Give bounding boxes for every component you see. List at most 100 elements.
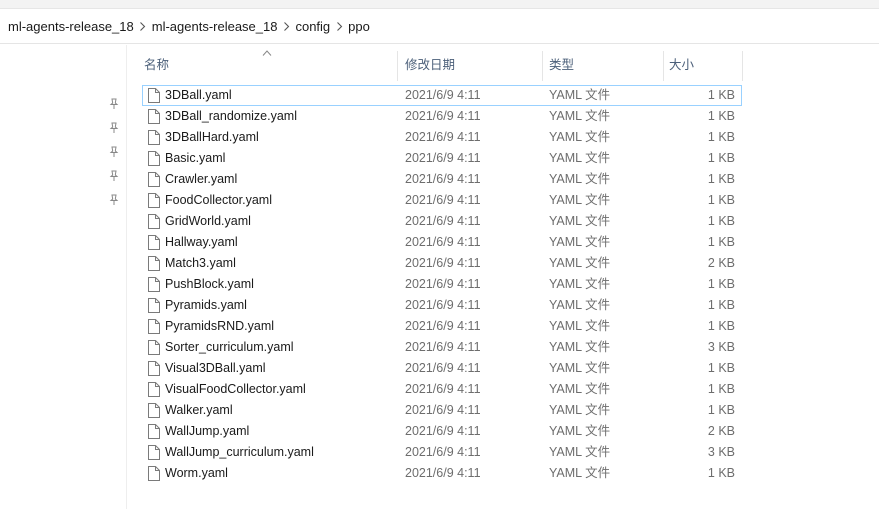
file-modified-date: 2021/6/9 4:11 <box>405 445 481 459</box>
file-name: 3DBallHard.yaml <box>165 130 259 144</box>
file-row[interactable]: 3DBall.yaml 2021/6/9 4:11 YAML 文件 1 KB <box>142 85 742 106</box>
file-size: 1 KB <box>707 88 735 102</box>
file-type: YAML 文件 <box>549 319 611 333</box>
file-row[interactable]: 3DBall_randomize.yaml 2021/6/9 4:11 YAML 文… <box>142 106 742 127</box>
file-size: 1 KB <box>707 130 735 144</box>
file-name: VisualFoodCollector.yaml <box>165 382 306 396</box>
file-size: 1 KB <box>707 151 735 165</box>
file-icon <box>148 256 160 271</box>
file-row[interactable]: Match3.yaml 2021/6/9 4:11 YAML 文件 2 KB <box>142 253 742 274</box>
file-name: Hallway.yaml <box>165 235 238 249</box>
file-type: YAML 文件 <box>549 256 611 270</box>
chevron-right-icon[interactable] <box>330 21 348 31</box>
file-row[interactable]: Basic.yaml 2021/6/9 4:11 YAML 文件 1 KB <box>142 148 742 169</box>
file-row[interactable]: Walker.yaml 2021/6/9 4:11 YAML 文件 1 KB <box>142 400 742 421</box>
pin-icon[interactable] <box>108 122 120 134</box>
file-type: YAML 文件 <box>549 172 611 186</box>
file-modified-date: 2021/6/9 4:11 <box>405 214 481 228</box>
column-divider[interactable] <box>742 51 743 81</box>
file-row[interactable]: PushBlock.yaml 2021/6/9 4:11 YAML 文件 1 KB <box>142 274 742 295</box>
column-header-type[interactable]: 类型 <box>545 57 663 79</box>
file-size: 1 KB <box>707 319 735 333</box>
address-bar[interactable]: ml-agents-release_18 ml-agents-release_1… <box>0 9 879 44</box>
file-name: PushBlock.yaml <box>165 277 254 291</box>
file-list-view: 名称 修改日期 类型 大小 3DBall.yaml 2021/6/9 4:11 YA… <box>127 45 879 509</box>
file-name: 3DBall.yaml <box>165 88 232 102</box>
file-icon <box>148 382 160 397</box>
file-size: 1 KB <box>707 403 735 417</box>
file-size: 1 KB <box>707 214 735 228</box>
file-row[interactable]: Visual3DBall.yaml 2021/6/9 4:11 YAML 文件 1 K… <box>142 358 742 379</box>
file-type: YAML 文件 <box>549 214 611 228</box>
file-icon <box>148 340 160 355</box>
file-type: YAML 文件 <box>549 340 611 354</box>
file-modified-date: 2021/6/9 4:11 <box>405 466 481 480</box>
pin-icon[interactable] <box>108 194 120 206</box>
file-row[interactable]: Worm.yaml 2021/6/9 4:11 YAML 文件 1 KB <box>142 463 742 484</box>
file-size: 3 KB <box>707 340 735 354</box>
file-row[interactable]: WallJump.yaml 2021/6/9 4:11 YAML 文件 2 KB <box>142 421 742 442</box>
file-row[interactable]: GridWorld.yaml 2021/6/9 4:11 YAML 文件 1 KB <box>142 211 742 232</box>
file-name: WallJump_curriculum.yaml <box>165 445 314 459</box>
column-header-name[interactable]: 名称 <box>140 57 397 79</box>
file-type: YAML 文件 <box>549 235 611 249</box>
breadcrumb-item-ml-agents-release-18-root[interactable]: ml-agents-release_18 <box>8 19 134 34</box>
file-name: Worm.yaml <box>165 466 228 480</box>
file-modified-date: 2021/6/9 4:11 <box>405 340 481 354</box>
chevron-right-icon[interactable] <box>134 21 152 31</box>
file-icon <box>148 130 160 145</box>
file-modified-date: 2021/6/9 4:11 <box>405 298 481 312</box>
breadcrumb-item-ppo[interactable]: ppo <box>348 19 370 34</box>
file-icon <box>148 298 160 313</box>
column-header-size[interactable]: 大小 <box>665 57 741 79</box>
file-row[interactable]: Sorter_curriculum.yaml 2021/6/9 4:11 YAML … <box>142 337 742 358</box>
file-type: YAML 文件 <box>549 403 611 417</box>
file-row[interactable]: 3DBallHard.yaml 2021/6/9 4:11 YAML 文件 1 KB <box>142 127 742 148</box>
file-size: 2 KB <box>707 424 735 438</box>
pin-icon[interactable] <box>108 98 120 110</box>
sort-up-icon <box>262 50 272 56</box>
column-divider[interactable] <box>663 51 664 81</box>
pin-icon[interactable] <box>108 170 120 182</box>
file-row[interactable]: Hallway.yaml 2021/6/9 4:11 YAML 文件 1 KB <box>142 232 742 253</box>
file-row[interactable]: PyramidsRND.yaml 2021/6/9 4:11 YAML 文件 1 KB <box>142 316 742 337</box>
file-size: 1 KB <box>707 109 735 123</box>
file-icon <box>148 361 160 376</box>
file-modified-date: 2021/6/9 4:11 <box>405 88 481 102</box>
file-type: YAML 文件 <box>549 88 611 102</box>
file-name: Basic.yaml <box>165 151 226 165</box>
file-icon <box>148 235 160 250</box>
file-list: 3DBall.yaml 2021/6/9 4:11 YAML 文件 1 KB 3DBal… <box>142 85 742 484</box>
file-size: 1 KB <box>707 193 735 207</box>
file-icon <box>148 151 160 166</box>
file-icon <box>148 445 160 460</box>
file-name: 3DBall_randomize.yaml <box>165 109 298 123</box>
file-type: YAML 文件 <box>549 298 611 312</box>
chevron-right-icon[interactable] <box>277 21 295 31</box>
file-modified-date: 2021/6/9 4:11 <box>405 151 481 165</box>
file-name: Walker.yaml <box>165 403 233 417</box>
breadcrumb-item-config[interactable]: config <box>295 19 330 34</box>
breadcrumb-item-ml-agents-release-18[interactable]: ml-agents-release_18 <box>152 19 278 34</box>
file-name: FoodCollector.yaml <box>165 193 272 207</box>
file-type: YAML 文件 <box>549 445 611 459</box>
column-header-date[interactable]: 修改日期 <box>401 57 541 79</box>
file-size: 1 KB <box>707 361 735 375</box>
file-name: GridWorld.yaml <box>165 214 251 228</box>
column-divider[interactable] <box>542 51 543 81</box>
file-modified-date: 2021/6/9 4:11 <box>405 130 481 144</box>
file-name: Match3.yaml <box>165 256 236 270</box>
file-size: 1 KB <box>707 382 735 396</box>
file-modified-date: 2021/6/9 4:11 <box>405 172 481 186</box>
file-icon <box>148 277 160 292</box>
file-modified-date: 2021/6/9 4:11 <box>405 193 481 207</box>
column-divider[interactable] <box>397 51 398 81</box>
file-row[interactable]: FoodCollector.yaml 2021/6/9 4:11 YAML 文件 1 … <box>142 190 742 211</box>
navigation-pane <box>0 45 127 509</box>
file-row[interactable]: Crawler.yaml 2021/6/9 4:11 YAML 文件 1 KB <box>142 169 742 190</box>
file-row[interactable]: VisualFoodCollector.yaml 2021/6/9 4:11 YAM… <box>142 379 742 400</box>
pin-icon[interactable] <box>108 146 120 158</box>
file-size: 1 KB <box>707 172 735 186</box>
file-row[interactable]: Pyramids.yaml 2021/6/9 4:11 YAML 文件 1 KB <box>142 295 742 316</box>
file-row[interactable]: WallJump_curriculum.yaml 2021/6/9 4:11 YAM… <box>142 442 742 463</box>
